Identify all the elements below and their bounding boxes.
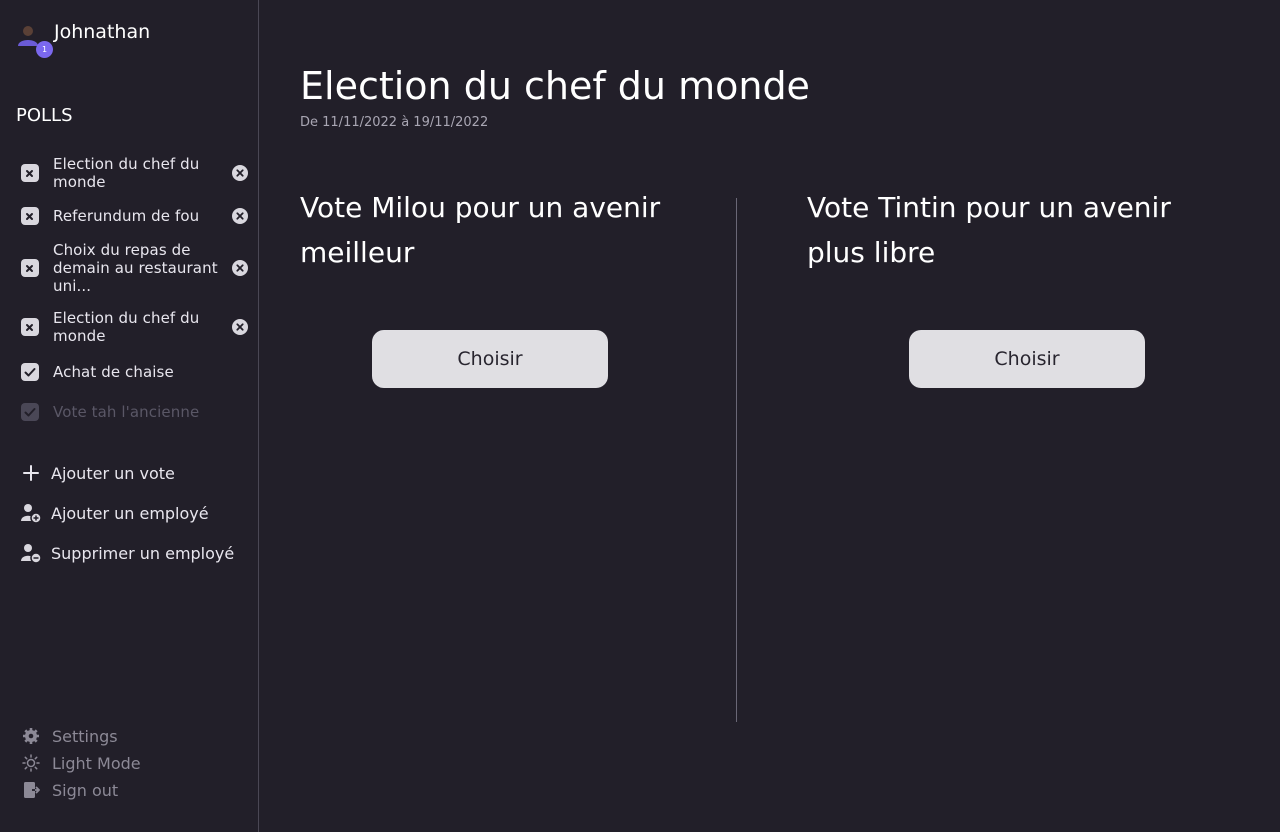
poll-item[interactable]: Achat de chaise bbox=[20, 361, 252, 383]
close-icon[interactable] bbox=[232, 208, 248, 224]
sign-out-label: Sign out bbox=[52, 780, 119, 800]
options-divider bbox=[736, 198, 737, 722]
poll-label: Vote tah l'ancienne bbox=[53, 403, 200, 421]
close-icon[interactable] bbox=[232, 260, 248, 276]
sign-out-button[interactable]: Sign out bbox=[20, 779, 118, 801]
add-vote-label: Ajouter un vote bbox=[51, 463, 175, 483]
polls-section-title: POLLS bbox=[16, 105, 73, 126]
avatar[interactable]: 1 bbox=[16, 22, 53, 58]
add-employee-label: Ajouter un employé bbox=[51, 503, 209, 523]
poll-item[interactable]: Election du chef du monde bbox=[20, 155, 252, 191]
poll-item[interactable]: Vote tah l'ancienne bbox=[20, 401, 252, 423]
poll-item[interactable]: Election du chef du monde bbox=[20, 309, 252, 345]
user-remove-icon bbox=[20, 542, 42, 564]
user-profile[interactable]: 1 Johnathan bbox=[16, 21, 151, 58]
page-title: Election du chef du monde bbox=[300, 64, 810, 108]
plus-icon bbox=[20, 462, 42, 484]
close-icon[interactable] bbox=[232, 165, 248, 181]
poll-date-range: De 11/11/2022 à 19/11/2022 bbox=[300, 115, 489, 130]
poll-closed-icon bbox=[21, 207, 39, 225]
poll-label: Election du chef du monde bbox=[53, 309, 200, 345]
settings-label: Settings bbox=[52, 726, 118, 746]
sun-icon bbox=[20, 752, 42, 774]
add-vote-button[interactable]: Ajouter un vote bbox=[20, 462, 175, 484]
choose-tintin-button[interactable]: Choisir bbox=[909, 330, 1145, 388]
option-tintin-text: Vote Tintin pour un avenir plus libre bbox=[807, 191, 1171, 269]
poll-label: Choix du repas de demain au restaurant u… bbox=[53, 241, 218, 295]
poll-label: Referundum de fou bbox=[53, 207, 200, 225]
gear-icon bbox=[20, 725, 42, 747]
close-icon[interactable] bbox=[232, 319, 248, 335]
remove-employee-label: Supprimer un employé bbox=[51, 543, 235, 563]
poll-closed-icon bbox=[21, 164, 39, 182]
sidebar: 1 Johnathan POLLS Election du chef du mo… bbox=[0, 0, 259, 832]
add-employee-button[interactable]: Ajouter un employé bbox=[20, 502, 209, 524]
username: Johnathan bbox=[54, 21, 151, 43]
poll-label: Election du chef du monde bbox=[53, 155, 200, 191]
choose-milou-button[interactable]: Choisir bbox=[372, 330, 608, 388]
settings-button[interactable]: Settings bbox=[20, 725, 118, 747]
poll-voted-icon bbox=[21, 363, 39, 381]
poll-voted-icon bbox=[21, 403, 39, 421]
poll-closed-icon bbox=[21, 259, 39, 277]
poll-item[interactable]: Choix du repas de demain au restaurant u… bbox=[20, 241, 252, 295]
option-milou-text: Vote Milou pour un avenir meilleur bbox=[300, 191, 661, 269]
notification-badge: 1 bbox=[36, 41, 53, 58]
sign-out-icon bbox=[20, 779, 42, 801]
user-add-icon bbox=[20, 502, 42, 524]
light-mode-label: Light Mode bbox=[52, 753, 141, 773]
poll-label: Achat de chaise bbox=[53, 363, 174, 381]
poll-closed-icon bbox=[21, 318, 39, 336]
light-mode-toggle[interactable]: Light Mode bbox=[20, 752, 141, 774]
remove-employee-button[interactable]: Supprimer un employé bbox=[20, 542, 234, 564]
poll-item[interactable]: Referundum de fou bbox=[20, 205, 252, 227]
